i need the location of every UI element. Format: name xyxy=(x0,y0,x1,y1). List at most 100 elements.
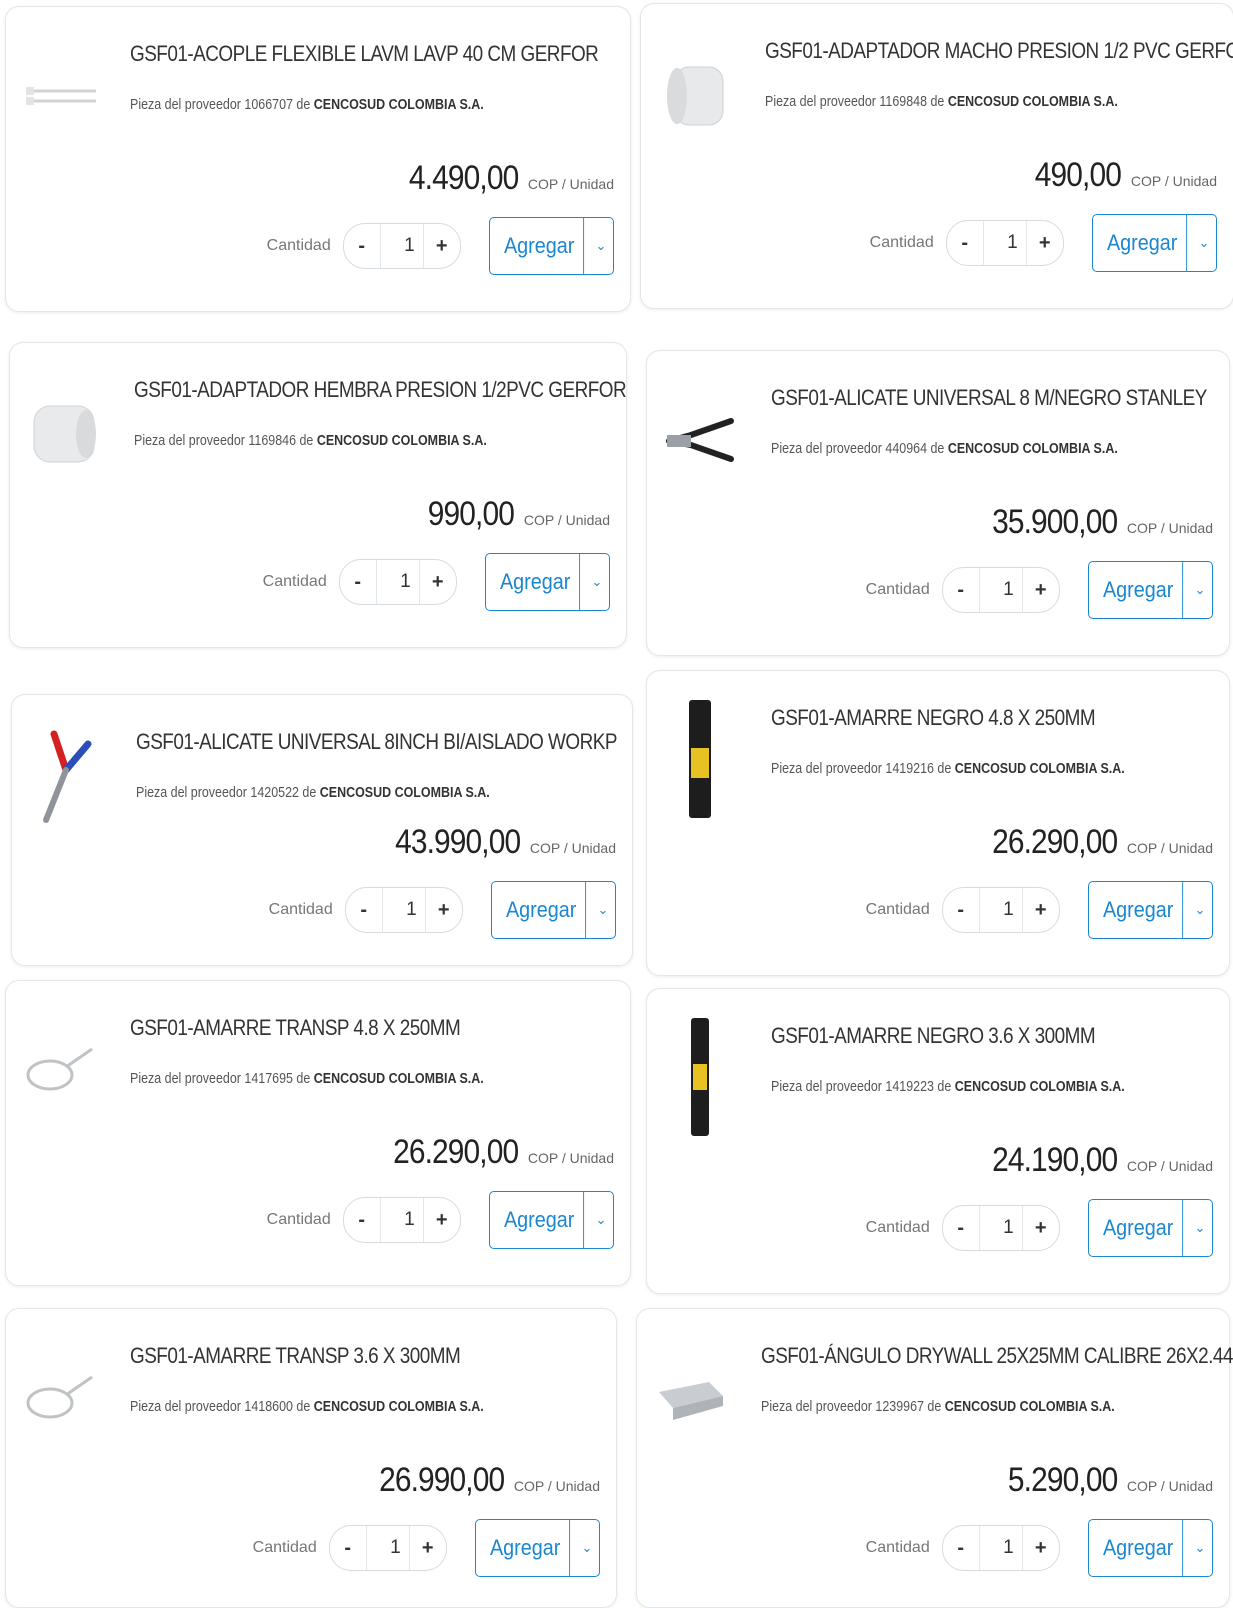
unit-label: COP / Unidad xyxy=(1130,173,1217,189)
action-row: Cantidad - 1 + Agregar ⌄ xyxy=(866,881,1213,939)
product-card: GSF01-AMARRE TRANSP 3.6 X 300MM Pieza de… xyxy=(5,1308,617,1608)
cable-ties-black-icon[interactable] xyxy=(661,700,741,821)
decrement-button[interactable]: - xyxy=(330,1526,366,1570)
quantity-label: Cantidad xyxy=(252,1539,317,1556)
decrement-button[interactable]: - xyxy=(340,560,376,604)
add-button-group: Agregar ⌄ xyxy=(490,881,616,939)
decrement-button[interactable]: - xyxy=(943,888,979,932)
quantity-input[interactable]: 1 xyxy=(982,221,1027,265)
chevron-down-icon[interactable]: ⌄ xyxy=(589,1192,613,1248)
add-button[interactable]: Agregar xyxy=(1098,215,1188,271)
cable-ties-black-icon[interactable] xyxy=(661,1018,741,1139)
increment-button[interactable]: + xyxy=(424,224,460,268)
add-button[interactable]: Agregar xyxy=(1094,1200,1184,1256)
add-button[interactable]: Agregar xyxy=(1094,1520,1184,1576)
quantity-label: Cantidad xyxy=(869,234,934,251)
add-button[interactable]: Agregar xyxy=(495,1192,585,1248)
product-title[interactable]: GSF01-AMARRE NEGRO 3.6 X 300MM xyxy=(771,1023,1148,1049)
decrement-button[interactable]: - xyxy=(346,888,382,932)
chevron-down-icon[interactable]: ⌄ xyxy=(589,218,613,274)
quantity-input[interactable]: 1 xyxy=(375,560,420,604)
quantity-stepper: - 1 + xyxy=(941,1525,1060,1571)
add-button[interactable]: Agregar xyxy=(491,554,581,610)
increment-button[interactable]: + xyxy=(1023,1526,1059,1570)
decrement-button[interactable]: - xyxy=(943,1206,979,1250)
price: 990,00 xyxy=(427,495,515,533)
action-row: Cantidad - 1 + Agregar ⌄ xyxy=(253,1519,600,1577)
quantity-stepper: - 1 + xyxy=(338,559,457,605)
price-row: 26.990,00 COP / Unidad xyxy=(362,1461,600,1500)
cable-tie-clear-icon[interactable] xyxy=(20,1009,100,1129)
price-row: 26.290,00 COP / Unidad xyxy=(975,823,1213,862)
pvc-male-adapter-icon[interactable] xyxy=(655,32,735,152)
chevron-down-icon[interactable]: ⌄ xyxy=(1192,215,1216,271)
quantity-input[interactable]: 1 xyxy=(365,1526,410,1570)
increment-button[interactable]: + xyxy=(1023,568,1059,612)
increment-button[interactable]: + xyxy=(426,888,462,932)
quantity-label: Cantidad xyxy=(865,1539,930,1556)
decrement-button[interactable]: - xyxy=(344,1198,380,1242)
add-button-group: Agregar ⌄ xyxy=(1091,214,1217,272)
decrement-button[interactable]: - xyxy=(943,1526,979,1570)
add-button[interactable]: Agregar xyxy=(497,882,587,938)
pliers-black-icon[interactable] xyxy=(661,379,741,499)
product-card: GSF01-AMARRE TRANSP 4.8 X 250MM Pieza de… xyxy=(5,980,631,1286)
add-button[interactable]: Agregar xyxy=(495,218,585,274)
chevron-down-icon[interactable]: ⌄ xyxy=(1188,1200,1212,1256)
unit-label: COP / Unidad xyxy=(1126,840,1213,856)
add-button[interactable]: Agregar xyxy=(1094,562,1184,618)
chevron-down-icon[interactable]: ⌄ xyxy=(1188,562,1212,618)
increment-button[interactable]: + xyxy=(1023,1206,1059,1250)
cable-tie-clear-icon[interactable] xyxy=(20,1337,100,1457)
flexible-hose-icon[interactable] xyxy=(20,35,100,155)
product-card: GSF01-ALICATE UNIVERSAL 8 M/NEGRO STANLE… xyxy=(646,350,1230,656)
quantity-input[interactable]: 1 xyxy=(978,568,1023,612)
product-title[interactable]: GSF01-ADAPTADOR HEMBRA PRESION 1/2PVC GE… xyxy=(134,377,627,403)
quantity-stepper: - 1 + xyxy=(945,220,1064,266)
add-button-group: Agregar ⌄ xyxy=(474,1519,600,1577)
chevron-down-icon[interactable]: ⌄ xyxy=(585,554,609,610)
increment-button[interactable]: + xyxy=(1023,888,1059,932)
product-title[interactable]: GSF01-ACOPLE FLEXIBLE LAVM LAVP 40 CM GE… xyxy=(130,41,599,67)
decrement-button[interactable]: - xyxy=(947,221,983,265)
increment-button[interactable]: + xyxy=(410,1526,446,1570)
product-title[interactable]: GSF01-ALICATE UNIVERSAL 8INCH BI/AISLADO… xyxy=(136,729,617,755)
quantity-input[interactable]: 1 xyxy=(978,888,1023,932)
quantity-input[interactable]: 1 xyxy=(379,224,424,268)
product-title[interactable]: GSF01-AMARRE NEGRO 4.8 X 250MM xyxy=(771,705,1148,731)
pvc-female-adapter-icon[interactable] xyxy=(24,371,104,491)
increment-button[interactable]: + xyxy=(424,1198,460,1242)
product-title[interactable]: GSF01-ÁNGULO DRYWALL 25X25MM CALIBRE 26X… xyxy=(761,1343,1233,1369)
price: 26.290,00 xyxy=(392,1133,519,1171)
quantity-input[interactable]: 1 xyxy=(379,1198,424,1242)
price-row: 24.190,00 COP / Unidad xyxy=(975,1141,1213,1180)
product-title[interactable]: GSF01-AMARRE TRANSP 3.6 X 300MM xyxy=(130,1343,531,1369)
product-title[interactable]: GSF01-ALICATE UNIVERSAL 8 M/NEGRO STANLE… xyxy=(771,385,1207,411)
add-button[interactable]: Agregar xyxy=(481,1520,571,1576)
price: 26.290,00 xyxy=(991,823,1118,861)
chevron-down-icon[interactable]: ⌄ xyxy=(591,882,615,938)
increment-button[interactable]: + xyxy=(420,560,456,604)
drywall-angle-icon[interactable] xyxy=(651,1337,731,1457)
chevron-down-icon[interactable]: ⌄ xyxy=(1188,1520,1212,1576)
increment-button[interactable]: + xyxy=(1027,221,1063,265)
quantity-stepper: - 1 + xyxy=(941,567,1060,613)
chevron-down-icon[interactable]: ⌄ xyxy=(575,1520,599,1576)
quantity-input[interactable]: 1 xyxy=(978,1526,1023,1570)
price: 43.990,00 xyxy=(394,823,521,861)
chevron-down-icon[interactable]: ⌄ xyxy=(1188,882,1212,938)
decrement-button[interactable]: - xyxy=(943,568,979,612)
action-row: Cantidad - 1 + Agregar ⌄ xyxy=(269,881,616,939)
add-button[interactable]: Agregar xyxy=(1094,882,1184,938)
action-row: Cantidad - 1 + Agregar ⌄ xyxy=(263,553,610,611)
price: 490,00 xyxy=(1034,156,1122,194)
quantity-input[interactable]: 1 xyxy=(978,1206,1023,1250)
product-title[interactable]: GSF01-AMARRE TRANSP 4.8 X 250MM xyxy=(130,1015,543,1041)
pliers-insulated-icon[interactable] xyxy=(26,715,106,835)
quantity-label: Cantidad xyxy=(865,1219,930,1236)
quantity-input[interactable]: 1 xyxy=(381,888,426,932)
product-title[interactable]: GSF01-ADAPTADOR MACHO PRESION 1/2 PVC GE… xyxy=(765,38,1233,64)
decrement-button[interactable]: - xyxy=(344,224,380,268)
product-card: GSF01-AMARRE NEGRO 3.6 X 300MM Pieza del… xyxy=(646,988,1230,1294)
quantity-stepper: - 1 + xyxy=(941,1205,1060,1251)
